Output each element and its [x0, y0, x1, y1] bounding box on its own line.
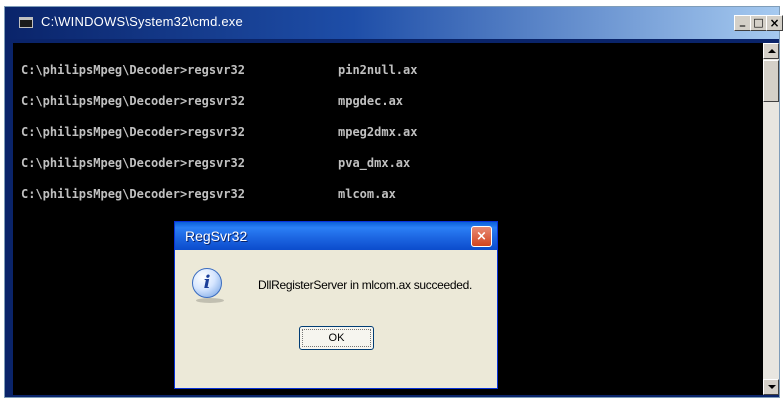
dialog-title: RegSvr32	[185, 228, 248, 244]
console-prompt: C:\philipsMpeg\Decoder>regsvr32	[21, 94, 245, 108]
console-argument: pva_dmx.ax	[338, 156, 411, 170]
dialog-close-button[interactable]: ×	[471, 226, 492, 247]
scroll-up-button[interactable]	[763, 43, 779, 59]
chevron-up-icon	[768, 49, 776, 53]
console-line: C:\philipsMpeg\Decoder>regsvr32 mpeg2dmx.…	[21, 125, 417, 139]
information-icon: i	[192, 268, 222, 298]
regsvr32-dialog: RegSvr32 × i DllRegisterServer in mlcom.…	[174, 221, 498, 389]
vertical-scrollbar[interactable]	[763, 43, 779, 395]
console-line: C:\philipsMpeg\Decoder>regsvr32 mlcom.ax	[21, 187, 396, 201]
console-argument: mpeg2dmx.ax	[338, 125, 418, 139]
chevron-down-icon	[768, 385, 776, 389]
window-title: C:\WINDOWS\System32\cmd.exe	[41, 14, 243, 29]
console-line: C:\philipsMpeg\Decoder>regsvr32 pin2null.…	[21, 63, 417, 77]
dialog-message: DllRegisterServer in mlcom.ax succeeded.	[258, 278, 473, 292]
maximize-button[interactable]: □	[750, 15, 767, 31]
cmd-app-icon[interactable]	[19, 17, 33, 28]
information-icon-shadow	[196, 298, 224, 303]
console-prompt: C:\philipsMpeg\Decoder>regsvr32	[21, 187, 245, 201]
console-argument: pin2null.ax	[338, 63, 418, 77]
console-argument: mpgdec.ax	[338, 94, 404, 108]
scrollbar-thumb[interactable]	[763, 60, 779, 102]
close-icon: ×	[769, 16, 780, 30]
close-button[interactable]: ×	[766, 15, 783, 31]
maximize-icon: □	[753, 16, 764, 29]
console-prompt: C:\philipsMpeg\Decoder>regsvr32	[21, 125, 245, 139]
cmd-titlebar[interactable]: C:\WINDOWS\System32\cmd.exe _ □ ×	[5, 7, 783, 39]
console-line: C:\philipsMpeg\Decoder>regsvr32 mpgdec.ax	[21, 94, 403, 108]
minimize-button[interactable]: _	[734, 14, 751, 31]
console-line: C:\philipsMpeg\Decoder>regsvr32 pva_dmx.a…	[21, 156, 410, 170]
console-prompt: C:\philipsMpeg\Decoder>regsvr32	[21, 63, 245, 77]
minimize-icon: _	[739, 14, 746, 27]
scroll-down-button[interactable]	[763, 379, 779, 395]
console-argument: mlcom.ax	[338, 187, 396, 201]
ok-button[interactable]: OK	[299, 326, 374, 350]
close-icon: ×	[476, 229, 487, 244]
dialog-titlebar[interactable]: RegSvr32 ×	[175, 222, 497, 250]
console-prompt: C:\philipsMpeg\Decoder>regsvr32	[21, 156, 245, 170]
